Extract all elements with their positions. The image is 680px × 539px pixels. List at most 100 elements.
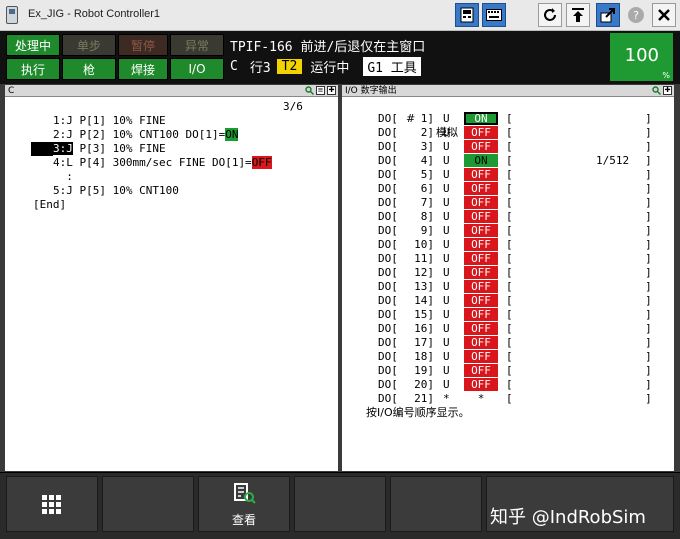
io-comment[interactable]: [ ] <box>506 336 652 350</box>
io-row[interactable]: DO[20] U OFF [ ] <box>342 378 674 392</box>
io-comment[interactable]: [ ] <box>506 378 652 392</box>
override-indicator[interactable]: 100 % <box>610 33 673 81</box>
io-sim-flag[interactable]: U <box>443 238 450 252</box>
io-comment[interactable]: [ ] <box>506 154 652 168</box>
io-comment[interactable]: [ ] <box>506 112 652 126</box>
io-row[interactable]: DO[17] U OFF [ ] <box>342 336 674 350</box>
io-row[interactable]: DO[21] * * [ ] <box>342 392 674 406</box>
io-comment[interactable]: [ ] <box>506 308 652 322</box>
zoom-icon[interactable] <box>305 86 314 95</box>
io-sim-flag[interactable]: U <box>443 196 450 210</box>
io-sim-flag[interactable]: U <box>443 266 450 280</box>
io-sim-flag[interactable]: U <box>443 140 450 154</box>
io-row[interactable]: DO[14] U OFF [ ] <box>342 294 674 308</box>
io-comment[interactable]: [ ] <box>506 210 652 224</box>
function-key-f1[interactable] <box>102 476 194 532</box>
program-line[interactable]: 1:J P[1] 10% FINE <box>53 114 166 128</box>
io-state-cell[interactable]: ON <box>464 154 498 167</box>
io-state-cell[interactable]: OFF <box>464 238 498 251</box>
io-sim-flag[interactable]: U <box>443 308 450 322</box>
io-sim-flag[interactable]: U <box>443 350 450 364</box>
io-state-cell[interactable]: OFF <box>464 196 498 209</box>
io-state-cell[interactable]: OFF <box>464 280 498 293</box>
io-output-pane[interactable]: I/O 数字输出 ✚ # 模拟 状态 1/512 DO[1] U ON [ ] DO[2… <box>342 85 674 471</box>
home-up-icon[interactable] <box>566 3 590 27</box>
io-comment[interactable]: [ ] <box>506 364 652 378</box>
io-row[interactable]: DO[15] U OFF [ ] <box>342 308 674 322</box>
io-state-cell[interactable]: OFF <box>464 210 498 223</box>
io-state-cell[interactable]: OFF <box>464 294 498 307</box>
io-state-cell[interactable]: OFF <box>464 336 498 349</box>
io-state-cell[interactable]: OFF <box>464 140 498 153</box>
io-state-cell[interactable]: OFF <box>464 322 498 335</box>
io-comment[interactable]: [ ] <box>506 140 652 154</box>
io-state-cell[interactable]: OFF <box>464 126 498 139</box>
keyboard-icon[interactable] <box>482 3 506 27</box>
io-comment[interactable]: [ ] <box>506 182 652 196</box>
io-state-cell[interactable]: OFF <box>464 308 498 321</box>
teach-pendant-icon[interactable] <box>455 3 479 27</box>
close-icon[interactable] <box>652 3 676 27</box>
io-comment[interactable]: [ ] <box>506 350 652 364</box>
io-sim-flag[interactable]: U <box>443 224 450 238</box>
program-line[interactable]: 5:J P[5] 10% CNT100 <box>53 184 179 198</box>
io-comment[interactable]: [ ] <box>506 252 652 266</box>
io-row[interactable]: DO[3] U OFF [ ] <box>342 140 674 154</box>
program-line[interactable]: 2:J P[2] 10% CNT100 DO[1]=ON <box>53 128 239 142</box>
io-comment[interactable]: [ ] <box>506 168 652 182</box>
io-comment[interactable]: [ ] <box>506 224 652 238</box>
io-comment[interactable]: [ ] <box>506 126 652 140</box>
io-state-cell[interactable]: OFF <box>464 224 498 237</box>
program-editor-pane[interactable]: C ≡ ✚ 3/6 1:J P[1] 10% FINE 2:J P[2] 10%… <box>5 85 338 471</box>
io-sim-flag[interactable]: U <box>443 126 450 140</box>
io-sim-flag[interactable]: U <box>443 252 450 266</box>
function-key-f4[interactable] <box>390 476 482 532</box>
io-row[interactable]: DO[10] U OFF [ ] <box>342 238 674 252</box>
io-comment[interactable]: [ ] <box>506 280 652 294</box>
io-state-cell[interactable]: OFF <box>464 252 498 265</box>
io-row[interactable]: DO[5] U OFF [ ] <box>342 168 674 182</box>
io-row[interactable]: DO[16] U OFF [ ] <box>342 322 674 336</box>
export-icon[interactable] <box>596 3 620 27</box>
io-state-cell[interactable]: ON <box>464 112 498 125</box>
io-row[interactable]: DO[4] U ON [ ] <box>342 154 674 168</box>
io-sim-flag[interactable]: U <box>443 378 450 392</box>
io-state-cell[interactable]: OFF <box>464 168 498 181</box>
zoom-icon[interactable] <box>652 86 661 95</box>
io-sim-flag[interactable]: U <box>443 182 450 196</box>
io-sim-flag[interactable]: * <box>443 392 450 406</box>
io-comment[interactable]: [ ] <box>506 294 652 308</box>
maximize-icon[interactable]: ✚ <box>663 86 672 95</box>
program-line[interactable]: 4:L P[4] 300mm/sec FINE DO[1]=OFF <box>53 156 272 170</box>
io-sim-flag[interactable]: U <box>443 168 450 182</box>
io-comment[interactable]: [ ] <box>506 322 652 336</box>
io-row[interactable]: DO[12] U OFF [ ] <box>342 266 674 280</box>
menu-grid-button[interactable] <box>6 476 98 532</box>
maximize-icon[interactable]: ✚ <box>327 86 336 95</box>
io-state-cell[interactable]: OFF <box>464 378 498 391</box>
function-key-f3[interactable] <box>294 476 386 532</box>
io-comment[interactable]: [ ] <box>506 392 652 406</box>
io-sim-flag[interactable]: U <box>443 210 450 224</box>
io-comment[interactable]: [ ] <box>506 238 652 252</box>
refresh-icon[interactable] <box>538 3 562 27</box>
io-state-cell[interactable]: OFF <box>464 266 498 279</box>
io-state-cell[interactable]: OFF <box>464 182 498 195</box>
io-comment[interactable]: [ ] <box>506 266 652 280</box>
io-sim-flag[interactable]: U <box>443 364 450 378</box>
io-row[interactable]: DO[19] U OFF [ ] <box>342 364 674 378</box>
io-sim-flag[interactable]: U <box>443 294 450 308</box>
program-line[interactable]: : <box>53 170 73 184</box>
io-row[interactable]: DO[8] U OFF [ ] <box>342 210 674 224</box>
io-state-cell[interactable]: OFF <box>464 364 498 377</box>
io-sim-flag[interactable]: U <box>443 336 450 350</box>
help-icon[interactable]: ? <box>624 3 648 27</box>
view-button[interactable]: 查看 <box>198 476 290 532</box>
io-row[interactable]: DO[7] U OFF [ ] <box>342 196 674 210</box>
io-row[interactable]: DO[2] U OFF [ ] <box>342 126 674 140</box>
io-sim-flag[interactable]: U <box>443 154 450 168</box>
io-row[interactable]: DO[18] U OFF [ ] <box>342 350 674 364</box>
io-row[interactable]: DO[1] U ON [ ] <box>342 112 674 126</box>
io-row[interactable]: DO[13] U OFF [ ] <box>342 280 674 294</box>
menu-icon[interactable]: ≡ <box>316 86 325 95</box>
